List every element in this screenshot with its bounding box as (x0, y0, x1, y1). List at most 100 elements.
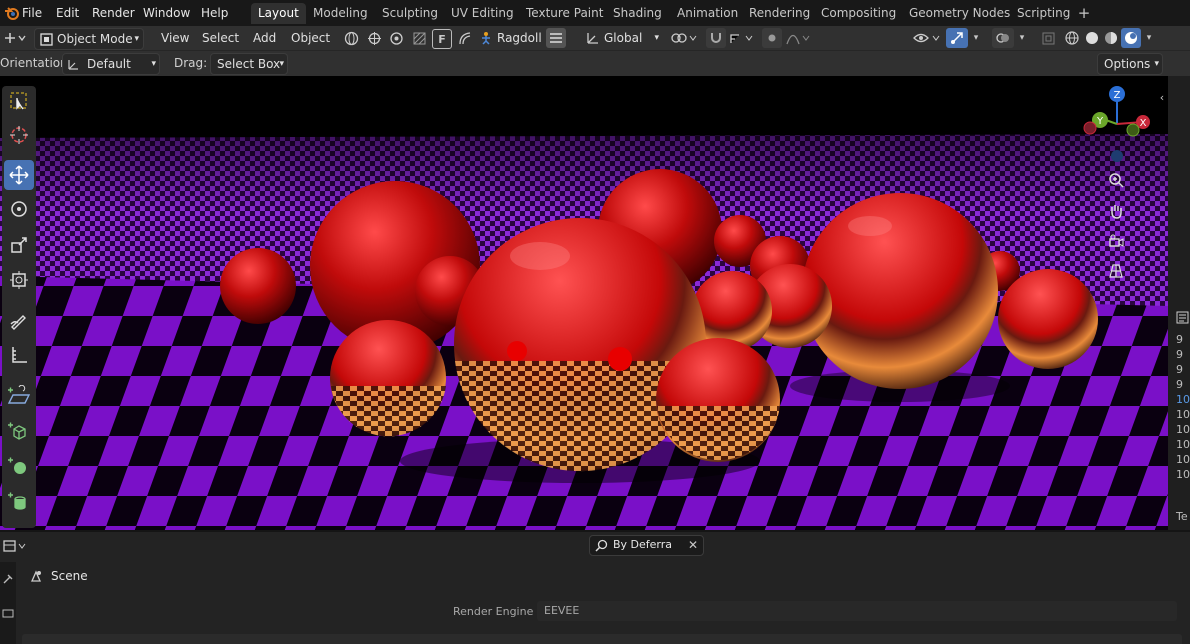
addon-globe-icon[interactable] (342, 29, 360, 47)
visibility-eye-icon[interactable] (912, 29, 942, 47)
line-number: 10 (1176, 438, 1190, 451)
move-tool[interactable] (4, 160, 34, 190)
view-menu[interactable]: View (157, 28, 193, 48)
render-engine-dropdown[interactable]: EEVEE (537, 601, 1177, 621)
chevron-down-icon[interactable]: ▾ (970, 29, 982, 47)
scale-tool[interactable] (4, 230, 34, 260)
proportional-edit-icon[interactable] (762, 28, 782, 48)
editor-type-icon[interactable] (2, 538, 28, 554)
tab-texture-paint[interactable]: Texture Paint (519, 3, 610, 24)
annotate-tool[interactable] (4, 305, 34, 335)
tab-rendering[interactable]: Rendering (742, 3, 817, 24)
chevron-down-icon[interactable]: ▾ (1016, 29, 1028, 47)
mode-label: Object Mode (57, 32, 133, 46)
viewport-header: Object Mode ▾ View Select Add Object F R… (0, 26, 1190, 50)
chevron-down-icon[interactable]: ▾ (1143, 29, 1155, 47)
menu-edit[interactable]: Edit (52, 4, 83, 22)
perspective-grid-icon[interactable] (1106, 261, 1126, 281)
add-cylinder-tool[interactable] (4, 485, 34, 515)
tool-shelf (2, 86, 36, 528)
falloff-curve-icon[interactable] (785, 29, 813, 47)
f-key-button[interactable]: F (432, 29, 452, 49)
chevron-down-icon: ▾ (151, 59, 156, 69)
rotate-tool[interactable] (4, 194, 34, 224)
tool-properties-icon[interactable] (1, 572, 15, 586)
shading-solid-icon[interactable] (1083, 29, 1101, 47)
line-number: 10 (1176, 408, 1190, 421)
properties-search-field[interactable]: By Deferra ✕ (589, 535, 704, 556)
tab-shading[interactable]: Shading (606, 3, 669, 24)
tab-uv-editing[interactable]: UV Editing (444, 3, 521, 24)
object-mode-icon (39, 32, 53, 46)
orientation-dropdown[interactable]: Default ▾ (62, 53, 160, 75)
orientation-axes-icon (66, 57, 80, 71)
add-cube-tool[interactable] (4, 415, 34, 445)
snap-target-icon[interactable] (728, 29, 756, 47)
text-editor-icon[interactable] (1175, 310, 1189, 324)
orientation-axes-icon (586, 31, 600, 45)
clear-search-icon[interactable]: ✕ (687, 538, 699, 552)
addon-target-icon[interactable] (365, 29, 383, 47)
add-workspace-icon[interactable]: + (1076, 4, 1092, 22)
3d-viewport[interactable] (0, 76, 1168, 530)
shading-material-icon[interactable] (1102, 29, 1120, 47)
tab-layout[interactable]: Layout (251, 3, 306, 24)
line-number: 10 (1176, 468, 1190, 481)
transform-tool[interactable] (4, 265, 34, 295)
tab-sculpting[interactable]: Sculpting (375, 3, 445, 24)
render-properties-icon[interactable] (1, 606, 15, 620)
mode-dropdown[interactable]: Object Mode ▾ (34, 28, 144, 50)
snap-magnet-icon[interactable] (706, 28, 726, 48)
search-input-value: By Deferra (613, 538, 673, 551)
render-engine-value: EEVEE (544, 604, 580, 617)
sidebar-toggle-arrow-icon[interactable]: ‹ (1157, 90, 1167, 104)
rendered-scene (0, 76, 1168, 530)
search-icon (594, 538, 608, 552)
gizmo-toggle-icon[interactable] (946, 28, 968, 48)
pivot-point-icon[interactable] (670, 29, 700, 47)
render-engine-label: Render Engine (453, 605, 534, 618)
shading-rendered-icon[interactable] (1121, 28, 1141, 48)
add-menu[interactable]: Add (249, 28, 280, 48)
line-number: 9 (1176, 333, 1183, 346)
menu-window[interactable]: Window (139, 4, 194, 22)
options-dropdown[interactable]: Options ▾ (1097, 53, 1163, 75)
navigation-gizmo[interactable]: Z Y X (1080, 84, 1152, 166)
tab-geometry-nodes[interactable]: Geometry Nodes (902, 3, 1017, 24)
addon-curves-icon[interactable] (455, 29, 473, 47)
drag-dropdown[interactable]: Select Box ▾ (210, 53, 288, 75)
add-sphere-tool[interactable] (4, 450, 34, 480)
measure-tool[interactable] (4, 340, 34, 370)
menu-render[interactable]: Render (88, 4, 139, 22)
overlays-icon[interactable] (992, 28, 1014, 48)
addon-hatch-icon[interactable] (410, 29, 428, 47)
tab-scripting[interactable]: Scripting (1010, 3, 1077, 24)
shading-wireframe-icon[interactable] (1063, 29, 1081, 47)
pan-hand-icon[interactable] (1106, 201, 1126, 221)
addon-grid-icon[interactable] (387, 29, 405, 47)
editor-type-icon[interactable] (2, 29, 28, 47)
tab-compositing[interactable]: Compositing (814, 3, 903, 24)
hamburger-menu-icon[interactable] (546, 28, 566, 48)
tab-modeling[interactable]: Modeling (306, 3, 375, 24)
line-number: 10 (1176, 423, 1190, 436)
cursor-tool[interactable] (4, 120, 34, 150)
zoom-icon[interactable] (1106, 170, 1126, 190)
drag-value: Select Box (217, 57, 281, 71)
orientation-label: Global (604, 31, 643, 45)
add-plane-tool[interactable] (4, 380, 34, 410)
object-menu[interactable]: Object (287, 28, 334, 48)
collapsed-panel-header[interactable] (22, 634, 1182, 644)
select-box-tool[interactable] (4, 86, 34, 116)
camera-view-icon[interactable] (1106, 231, 1126, 251)
menu-help[interactable]: Help (197, 4, 232, 22)
select-menu[interactable]: Select (198, 28, 243, 48)
tab-animation[interactable]: Animation (670, 3, 745, 24)
orientation-value: Default (87, 57, 131, 71)
line-number: 9 (1176, 363, 1183, 376)
xray-toggle-icon[interactable] (1039, 29, 1057, 47)
menu-file[interactable]: File (18, 4, 46, 22)
ragdoll-menu[interactable]: Ragdoll (497, 28, 542, 48)
line-number: 10 (1176, 453, 1190, 466)
transform-orientation-dropdown[interactable]: Global ▾ (582, 28, 662, 48)
